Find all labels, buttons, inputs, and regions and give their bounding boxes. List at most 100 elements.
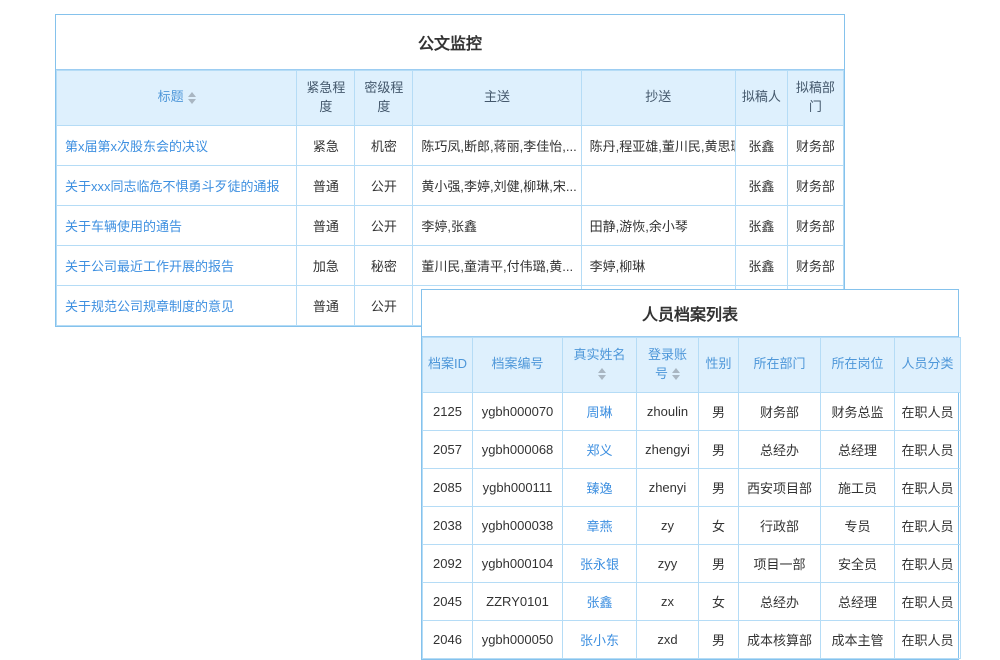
- cell-archive-id: 2045: [423, 582, 473, 620]
- document-monitor-table: 标题紧急程度密级程度主送抄送拟稿人拟稿部门 第x届第x次股东会的决议紧急机密陈巧…: [56, 70, 844, 326]
- cell-position: 总经理: [821, 582, 895, 620]
- table-row: 2038ygbh000038章燕zy女行政部专员在职人员: [423, 506, 961, 544]
- cell-gender: 男: [699, 544, 739, 582]
- column-header-title[interactable]: 标题: [57, 71, 297, 126]
- title-link[interactable]: 第x届第x次股东会的决议: [65, 139, 208, 154]
- cell-category: 在职人员: [895, 468, 961, 506]
- column-header-draft-dept: 拟稿部门: [787, 71, 843, 126]
- real-name-link[interactable]: 张小东: [580, 633, 619, 648]
- cell-gender: 女: [699, 506, 739, 544]
- column-header-gender: 性别: [699, 338, 739, 393]
- cell-login-account: zhenyi: [637, 468, 699, 506]
- cell-secrecy: 秘密: [355, 245, 413, 285]
- column-label-category: 人员分类: [901, 356, 953, 371]
- document-monitor-panel: 公文监控 标题紧急程度密级程度主送抄送拟稿人拟稿部门 第x届第x次股东会的决议紧…: [55, 14, 845, 327]
- cell-position: 施工员: [821, 468, 895, 506]
- cell-department: 西安项目部: [739, 468, 821, 506]
- cell-position: 成本主管: [821, 620, 895, 658]
- column-label-archive-id: 档案ID: [428, 356, 467, 371]
- column-label-cc: 抄送: [645, 89, 671, 104]
- cell-archive-id: 2092: [423, 544, 473, 582]
- real-name-link[interactable]: 张鑫: [586, 595, 612, 610]
- cell-archive-no: ygbh000068: [473, 430, 563, 468]
- table-row: 2046ygbh000050张小东zxd男成本核算部成本主管在职人员: [423, 620, 961, 658]
- cell-category: 在职人员: [895, 392, 961, 430]
- cell-real-name: 章燕: [563, 506, 637, 544]
- column-label-position: 所在岗位: [831, 356, 883, 371]
- real-name-link[interactable]: 郑义: [586, 443, 612, 458]
- cell-title: 关于公司最近工作开展的报告: [57, 245, 297, 285]
- cell-department: 成本核算部: [739, 620, 821, 658]
- cell-cc: [581, 165, 735, 205]
- column-header-real-name[interactable]: 真实姓名: [563, 338, 637, 393]
- column-header-cc: 抄送: [581, 71, 735, 126]
- personnel-archive-table: 档案ID档案编号真实姓名登录账号性别所在部门所在岗位人员分类 2125ygbh0…: [422, 337, 961, 659]
- table-row: 2045ZZRY0101张鑫zx女总经办总经理在职人员: [423, 582, 961, 620]
- table-row: 2092ygbh000104张永银zyy男项目一部安全员在职人员: [423, 544, 961, 582]
- title-link[interactable]: 关于公司最近工作开展的报告: [65, 259, 234, 274]
- personnel-table-header: 档案ID档案编号真实姓名登录账号性别所在部门所在岗位人员分类: [423, 338, 961, 393]
- cell-archive-id: 2038: [423, 506, 473, 544]
- cell-urgency: 普通: [297, 205, 355, 245]
- cell-main-to: 黄小强,李婷,刘健,柳琳,宋...: [413, 165, 581, 205]
- cell-draft-dept: 财务部: [787, 165, 843, 205]
- column-header-position: 所在岗位: [821, 338, 895, 393]
- cell-secrecy: 公开: [355, 285, 413, 325]
- cell-category: 在职人员: [895, 506, 961, 544]
- column-label-draft-dept: 拟稿部门: [796, 80, 835, 114]
- header-row: 标题紧急程度密级程度主送抄送拟稿人拟稿部门: [57, 71, 844, 126]
- real-name-link[interactable]: 章燕: [586, 519, 612, 534]
- sort-icon[interactable]: [672, 368, 680, 380]
- column-header-main-to: 主送: [413, 71, 581, 126]
- column-label-real-name: 真实姓名: [573, 347, 625, 362]
- cell-department: 财务部: [739, 392, 821, 430]
- cell-login-account: zhengyi: [637, 430, 699, 468]
- cell-drafter: 张鑫: [735, 165, 787, 205]
- table-row: 关于公司最近工作开展的报告加急秘密董川民,童清平,付伟璐,黄...李婷,柳琳张鑫…: [57, 245, 844, 285]
- cell-draft-dept: 财务部: [787, 125, 843, 165]
- cell-login-account: zyy: [637, 544, 699, 582]
- cell-title: 关于xxx同志临危不惧勇斗歹徒的通报: [57, 165, 297, 205]
- real-name-link[interactable]: 周琳: [586, 405, 612, 420]
- cell-login-account: zy: [637, 506, 699, 544]
- cell-cc: 陈丹,程亚雄,董川民,黄思璐...: [581, 125, 735, 165]
- cell-cc: 田静,游恢,余小琴: [581, 205, 735, 245]
- sort-icon[interactable]: [598, 368, 606, 380]
- cell-position: 财务总监: [821, 392, 895, 430]
- column-label-title: 标题: [158, 89, 184, 104]
- cell-position: 专员: [821, 506, 895, 544]
- cell-drafter: 张鑫: [735, 245, 787, 285]
- table-row: 2057ygbh000068郑义zhengyi男总经办总经理在职人员: [423, 430, 961, 468]
- column-label-secrecy: 密级程度: [364, 80, 403, 114]
- cell-real-name: 张小东: [563, 620, 637, 658]
- cell-secrecy: 公开: [355, 165, 413, 205]
- table-row: 关于xxx同志临危不惧勇斗歹徒的通报普通公开黄小强,李婷,刘健,柳琳,宋...张…: [57, 165, 844, 205]
- column-header-login-account[interactable]: 登录账号: [637, 338, 699, 393]
- cell-real-name: 郑义: [563, 430, 637, 468]
- cell-real-name: 周琳: [563, 392, 637, 430]
- table-row: 第x届第x次股东会的决议紧急机密陈巧凤,断郎,蒋丽,李佳怡,...陈丹,程亚雄,…: [57, 125, 844, 165]
- cell-cc: 李婷,柳琳: [581, 245, 735, 285]
- cell-login-account: zhoulin: [637, 392, 699, 430]
- cell-archive-id: 2046: [423, 620, 473, 658]
- cell-gender: 男: [699, 468, 739, 506]
- cell-archive-id: 2125: [423, 392, 473, 430]
- cell-department: 行政部: [739, 506, 821, 544]
- column-label-urgency: 紧急程度: [306, 80, 345, 114]
- real-name-link[interactable]: 张永银: [580, 557, 619, 572]
- cell-archive-no: ygbh000050: [473, 620, 563, 658]
- sort-icon[interactable]: [188, 92, 196, 104]
- cell-draft-dept: 财务部: [787, 245, 843, 285]
- cell-gender: 男: [699, 620, 739, 658]
- title-link[interactable]: 关于规范公司规章制度的意见: [65, 299, 234, 314]
- cell-title: 关于车辆使用的通告: [57, 205, 297, 245]
- cell-gender: 男: [699, 392, 739, 430]
- title-link[interactable]: 关于xxx同志临危不惧勇斗歹徒的通报: [65, 179, 280, 194]
- cell-archive-no: ygbh000104: [473, 544, 563, 582]
- header-row: 档案ID档案编号真实姓名登录账号性别所在部门所在岗位人员分类: [423, 338, 961, 393]
- personnel-archive-panel: 人员档案列表 档案ID档案编号真实姓名登录账号性别所在部门所在岗位人员分类 21…: [421, 289, 959, 660]
- column-label-gender: 性别: [705, 356, 731, 371]
- cell-drafter: 张鑫: [735, 125, 787, 165]
- title-link[interactable]: 关于车辆使用的通告: [65, 219, 182, 234]
- real-name-link[interactable]: 臻逸: [586, 481, 612, 496]
